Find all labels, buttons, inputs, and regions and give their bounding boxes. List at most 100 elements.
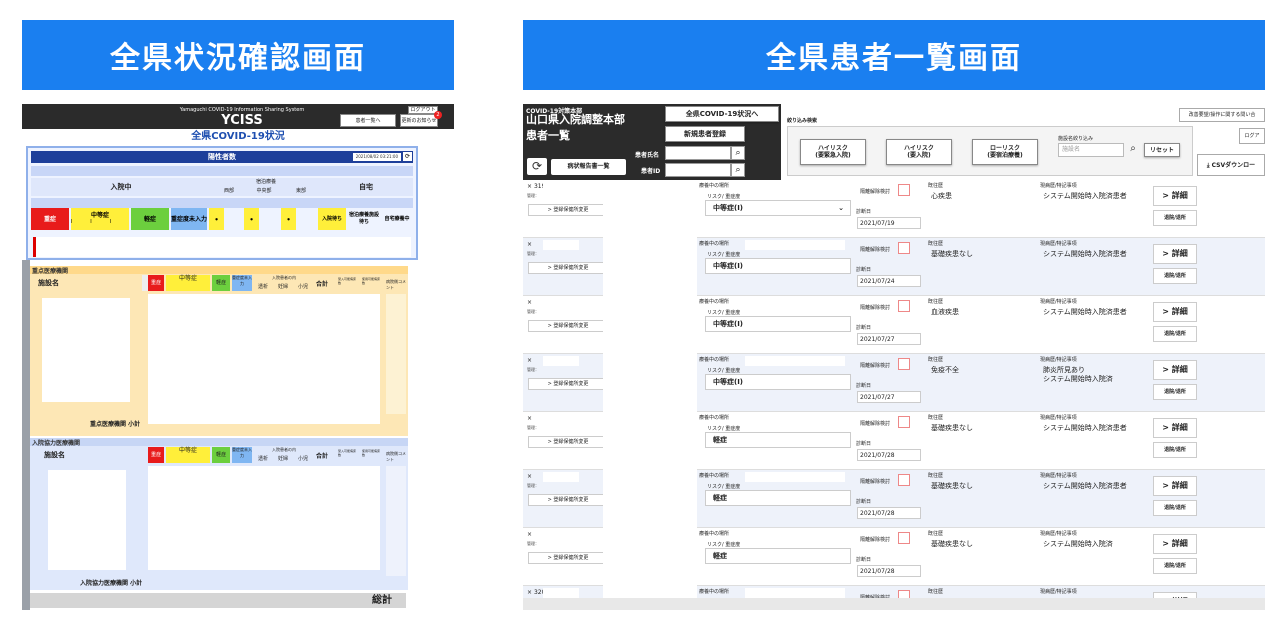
discharge-button[interactable]: 退院/退所 xyxy=(1153,210,1197,226)
patient-row[interactable]: × 管理： > 登録保健所変更 療養中の場所 リスク/ 重症度 中等症(Ⅰ) 隔離解除検討… xyxy=(523,354,1265,412)
severity-select[interactable]: 中等症(Ⅰ) xyxy=(705,258,851,274)
col-severe: 重症 xyxy=(148,447,164,463)
patient-row[interactable]: × 管理： > 登録保健所変更 療養中の場所 リスク/ 重症度 中等症(Ⅰ) 隔離解除検討… xyxy=(523,296,1265,354)
close-icon[interactable]: × xyxy=(527,357,532,364)
patient-row[interactable]: × 管理： > 登録保健所変更 療養中の場所 リスク/ 重症度 中等症(Ⅰ) 隔離解除検討… xyxy=(523,238,1265,296)
detail-button[interactable]: > 詳細 xyxy=(1153,360,1197,380)
change-office-button[interactable]: > 登録保健所変更 xyxy=(528,494,608,506)
facility-filter-input[interactable]: 施設名 xyxy=(1058,143,1124,157)
report-list-button[interactable]: 病状報告書一覧 xyxy=(551,159,626,175)
low-risk-filter[interactable]: ローリスク (要宿泊療養) xyxy=(972,139,1038,165)
redacted-place xyxy=(745,530,845,540)
severity-select[interactable]: 中等症(Ⅰ) xyxy=(705,374,851,390)
change-office-button[interactable]: > 登録保健所変更 xyxy=(528,436,608,448)
download-icon: ⤓ xyxy=(1206,162,1210,169)
severity-select[interactable]: 軽症 xyxy=(705,548,851,564)
discharge-button[interactable]: 退院/退所 xyxy=(1153,500,1197,516)
new-patient-button[interactable]: 新規患者登録 xyxy=(665,126,745,142)
footer-scroll[interactable] xyxy=(523,598,1265,610)
detail-button[interactable]: > 詳細 xyxy=(1153,534,1197,554)
detail-button[interactable]: > 詳細 xyxy=(1153,186,1197,206)
cat-home-care[interactable]: 自宅療養中 xyxy=(383,208,411,230)
patient-row[interactable]: × 管理： > 登録保健所変更 療養中の場所 リスク/ 重症度 軽症 隔離解除検討 診断日 2… xyxy=(523,412,1265,470)
severity-select[interactable]: 中等症(Ⅰ) ⌄ xyxy=(705,200,851,216)
patient-row[interactable]: × 管理： > 登録保健所変更 療養中の場所 リスク/ 重症度 軽症 隔離解除検討 診断日 2… xyxy=(523,470,1265,528)
cat-mild[interactable]: 軽症 xyxy=(131,208,169,230)
patient-row[interactable]: × 3197 管理： > 登録保健所変更 療養中の場所 リスク/ 重症度 中等症(Ⅰ) ⌄ 隔… xyxy=(523,180,1265,238)
search-icon[interactable]: ⌕ xyxy=(1126,143,1140,157)
card-title: 陽性者数 xyxy=(208,153,236,161)
change-office-button[interactable]: > 登録保健所変更 xyxy=(528,204,608,216)
current-value: システム開始時入院済患者 xyxy=(1043,308,1127,316)
diagnosis-date[interactable]: 2021/07/28 xyxy=(857,565,921,577)
severity-select[interactable]: 軽症 xyxy=(705,432,851,448)
refresh-icon[interactable]: ⟳ xyxy=(527,158,547,175)
cat-unentered[interactable]: 重症度未入力 xyxy=(171,208,207,230)
cat-lodging-waiting[interactable]: 宿泊療養施設待ち xyxy=(349,208,379,230)
severity-select[interactable]: 中等症(Ⅰ) xyxy=(705,316,851,332)
release-checkbox[interactable] xyxy=(898,242,910,254)
id-input[interactable] xyxy=(665,163,731,177)
discharge-button[interactable]: 退院/退所 xyxy=(1153,442,1197,458)
diagnosis-date[interactable]: 2021/07/24 xyxy=(857,275,921,287)
refresh-icon[interactable]: ⟳ xyxy=(403,152,412,161)
release-checkbox[interactable] xyxy=(898,416,910,428)
cat-moderate[interactable]: 中等症 III xyxy=(71,208,129,230)
diagnosis-date[interactable]: 2021/07/19 xyxy=(857,217,921,229)
high-risk-filter[interactable]: ハイリスク (要入院) xyxy=(886,139,952,165)
redacted-name xyxy=(603,528,697,586)
cat-severe[interactable]: 重症 xyxy=(31,208,69,230)
logout-button[interactable]: ログア xyxy=(1239,128,1265,144)
current-value: システム開始時入院済患者 xyxy=(1043,192,1127,200)
change-office-button[interactable]: > 登録保健所変更 xyxy=(528,552,608,564)
release-checkbox[interactable] xyxy=(898,184,910,196)
cat-waiting[interactable]: 入院待ち xyxy=(318,208,346,230)
close-icon[interactable]: × xyxy=(527,299,532,306)
patient-list-button[interactable]: 患者一覧へ xyxy=(340,114,396,127)
close-icon[interactable]: × xyxy=(527,241,532,248)
detail-button[interactable]: > 詳細 xyxy=(1153,244,1197,264)
redacted-field xyxy=(543,182,579,192)
release-checkbox[interactable] xyxy=(898,532,910,544)
diagnosis-date[interactable]: 2021/07/27 xyxy=(857,333,921,345)
name-input[interactable] xyxy=(665,146,731,160)
search-icon[interactable]: ⌕ xyxy=(731,163,745,177)
place-label: 療養中の場所 xyxy=(699,589,730,595)
diagnosis-date[interactable]: 2021/07/28 xyxy=(857,449,921,461)
discharge-button[interactable]: 退院/退所 xyxy=(1153,268,1197,284)
right-screen-banner: 全県患者一覧画面 xyxy=(523,20,1265,90)
reset-button[interactable]: リセット xyxy=(1144,143,1180,157)
discharge-button[interactable]: 退院/退所 xyxy=(1153,326,1197,342)
release-checkbox[interactable] xyxy=(898,300,910,312)
change-office-button[interactable]: > 登録保健所変更 xyxy=(528,262,608,274)
severity-select[interactable]: 軽症 xyxy=(705,490,851,506)
search-icon[interactable]: ⌕ xyxy=(731,146,745,160)
high-risk-urgent-filter[interactable]: ハイリスク (要緊急入院) xyxy=(800,139,866,165)
section-title: 入院協力医療機関 xyxy=(30,438,408,447)
patient-row[interactable]: × 管理： > 登録保健所変更 療養中の場所 リスク/ 重症度 軽症 隔離解除検討 診断日 2… xyxy=(523,528,1265,586)
history-label: 既往歴 xyxy=(928,415,944,421)
detail-button[interactable]: > 詳細 xyxy=(1153,476,1197,496)
redacted-name xyxy=(603,180,697,238)
change-office-button[interactable]: > 登録保健所変更 xyxy=(528,378,608,390)
discharge-button[interactable]: 退院/退所 xyxy=(1153,558,1197,574)
redacted-place xyxy=(745,240,845,250)
update-notice-button[interactable]: 更新のお知らせ xyxy=(400,114,438,127)
to-status-button[interactable]: 全県COVID-19状況へ xyxy=(665,106,779,122)
risk-label: リスク/ 重症度 xyxy=(707,310,741,316)
change-office-button[interactable]: > 登録保健所変更 xyxy=(528,320,608,332)
close-icon[interactable]: × xyxy=(527,415,532,422)
close-icon[interactable]: × xyxy=(527,473,532,480)
place-label: 療養中の場所 xyxy=(699,357,730,363)
diagnosis-date[interactable]: 2021/07/27 xyxy=(857,391,921,403)
detail-button[interactable]: > 詳細 xyxy=(1153,418,1197,438)
discharge-button[interactable]: 退院/退所 xyxy=(1153,384,1197,400)
release-checkbox[interactable] xyxy=(898,474,910,486)
detail-button[interactable]: > 詳細 xyxy=(1153,302,1197,322)
release-checkbox[interactable] xyxy=(898,358,910,370)
close-icon[interactable]: × xyxy=(527,531,532,538)
csv-download-button[interactable]: ⤓ CSVダウンロー xyxy=(1197,154,1265,176)
inquiry-button[interactable]: 改善要望/操作に関する問い合 xyxy=(1179,108,1265,122)
diagnosis-date[interactable]: 2021/07/28 xyxy=(857,507,921,519)
diagnosis-label: 診断日 xyxy=(856,325,872,331)
